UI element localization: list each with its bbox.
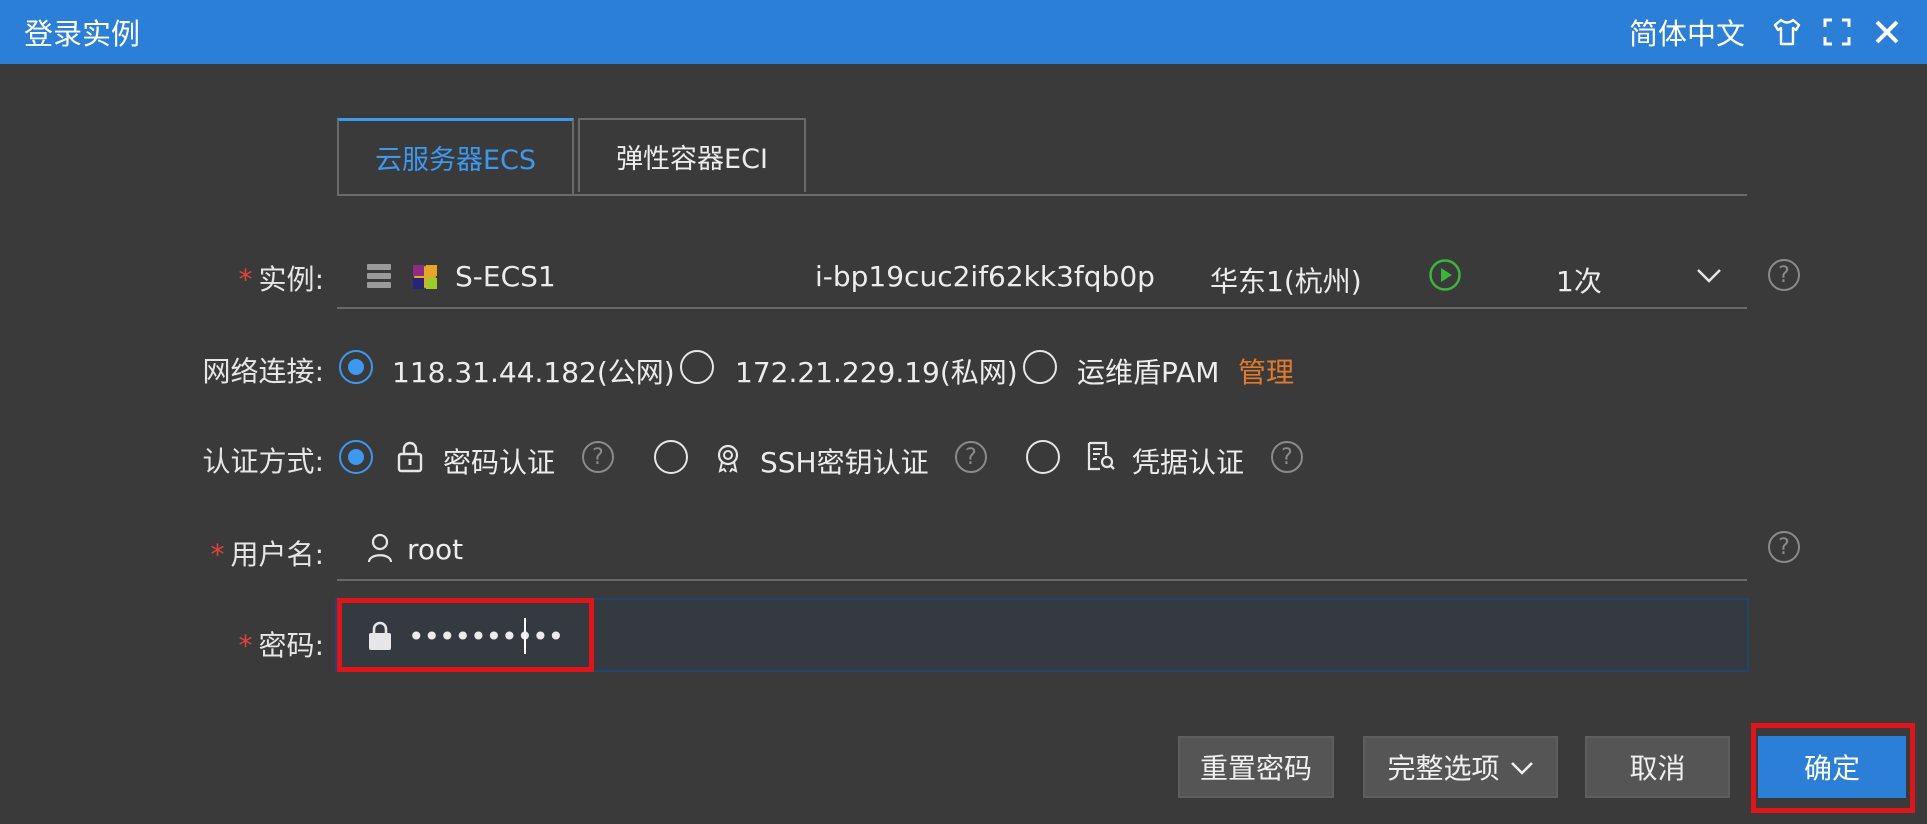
network-radio-public[interactable] [339,350,373,384]
network-option-public[interactable]: 118.31.44.182(公网) [392,351,675,391]
tab-ecs[interactable]: 云服务器ECS [337,118,575,194]
password-auth-help-icon[interactable]: ? [582,441,614,473]
username-help-icon[interactable]: ? [1768,531,1800,563]
auth-radio-ssh[interactable] [654,440,688,474]
highlight-password-box [337,598,594,672]
network-option-private[interactable]: 172.21.229.19(私网) [735,351,1018,391]
instance-dropdown-chevron-icon[interactable] [1696,264,1722,290]
instance-select-underline[interactable] [337,307,1747,309]
password-label: * 密码: [238,629,324,662]
full-options-button[interactable]: 完整选项 [1363,736,1558,798]
auth-radio-credential[interactable] [1026,440,1060,474]
highlight-confirm-button [1751,723,1915,813]
centos-logo-icon [408,260,442,298]
instance-type-tabs: 云服务器ECS 弹性容器ECI [337,118,1747,196]
auth-radio-password[interactable] [339,440,373,474]
lock-icon [396,440,424,478]
username-label: * 用户名: [210,538,324,571]
reset-password-button[interactable]: 重置密码 [1178,736,1334,798]
instance-label: * 实例: [238,263,324,296]
network-radio-private[interactable] [680,350,714,384]
ssh-auth-help-icon[interactable]: ? [955,441,987,473]
username-input[interactable]: root [407,533,463,566]
instance-id: i-bp19cuc2if62kk3fqb0p [815,260,1155,293]
close-icon[interactable] [1871,16,1903,48]
network-radio-pam[interactable] [1023,350,1057,384]
network-option-pam[interactable]: 运维盾PAM [1077,351,1219,391]
instance-region: 华东1(杭州) [1210,265,1362,298]
network-label: 网络连接: [202,355,324,388]
auth-option-credential[interactable]: 凭据认证 [1132,441,1244,481]
instance-name: S-ECS1 [455,260,556,293]
auth-option-ssh[interactable]: SSH密钥认证 [760,441,929,481]
credential-auth-help-icon[interactable]: ? [1271,441,1303,473]
window-title: 登录实例 [24,17,141,51]
server-list-icon [365,262,393,294]
cancel-button[interactable]: 取消 [1585,736,1730,798]
running-play-icon [1428,258,1462,296]
title-bar: 登录实例 简体中文 [0,0,1927,64]
pam-manage-link[interactable]: 管理 [1238,351,1294,391]
username-underline [337,579,1747,581]
auth-label: 认证方式: [202,445,324,478]
shirt-icon[interactable] [1771,16,1803,48]
fullscreen-icon[interactable] [1821,16,1853,48]
tab-eci[interactable]: 弹性容器ECI [578,118,806,192]
login-count: 1次 [1556,265,1602,298]
user-icon [366,532,394,568]
credential-doc-icon [1086,441,1116,477]
key-badge-icon [712,441,744,477]
title-bar-actions: 简体中文 [1629,11,1903,53]
instance-help-icon[interactable]: ? [1768,259,1800,291]
chevron-down-icon [1510,757,1534,777]
full-options-label: 完整选项 [1387,752,1500,785]
language-selector[interactable]: 简体中文 [1629,11,1745,53]
auth-option-password[interactable]: 密码认证 [443,441,555,481]
